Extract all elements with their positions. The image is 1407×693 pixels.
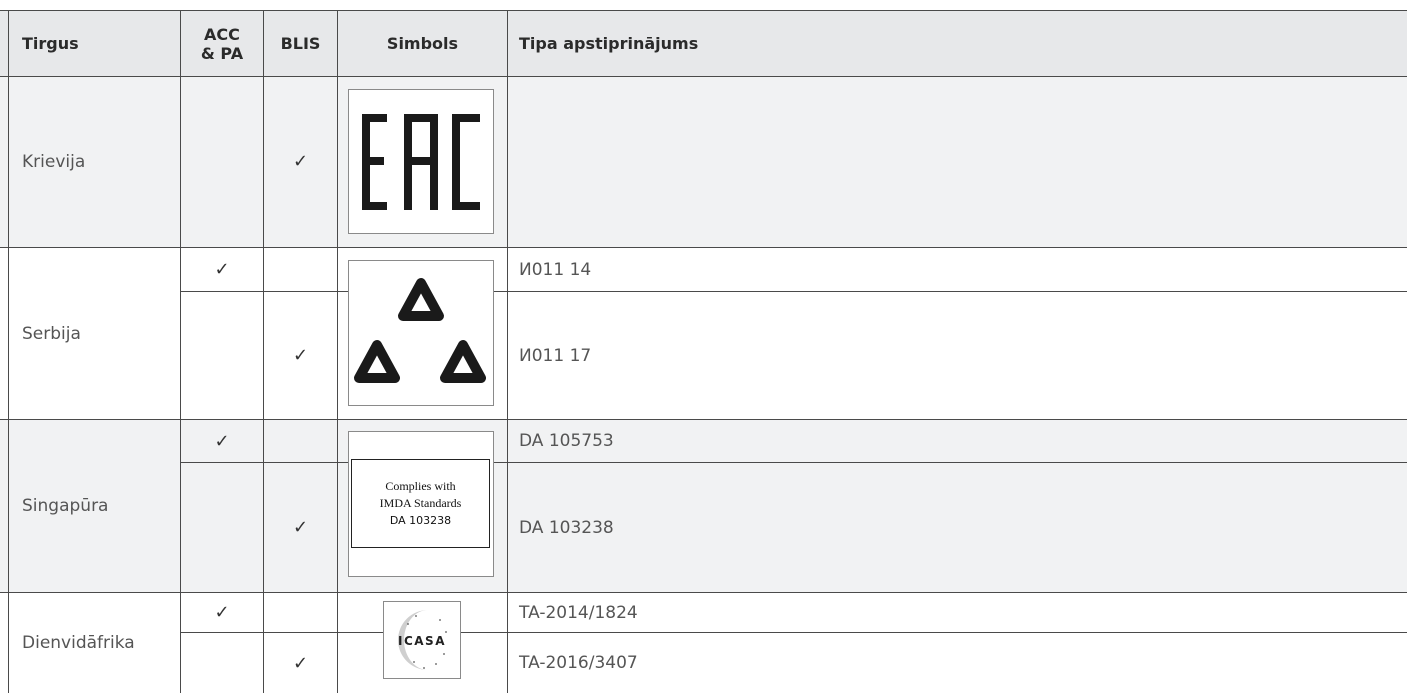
- imda-logo: Complies with IMDA Standards DA 103238: [348, 431, 494, 577]
- market-south-africa: Dienvidāfrika: [22, 633, 135, 653]
- singapore-acc-check: ✓: [214, 430, 230, 452]
- header-market: Tirgus: [22, 34, 79, 53]
- line-col-3: [337, 10, 338, 693]
- serbia-triangle-logo: [348, 260, 494, 406]
- header-symbol: Simbols: [386, 34, 459, 53]
- southafrica-blis-check: ✓: [292, 652, 309, 674]
- singapore-approval-acc: DA 105753: [519, 431, 614, 451]
- header-blis: BLIS: [280, 34, 321, 53]
- imda-line-2: IMDA Standards: [379, 496, 462, 510]
- serbia-blis-check: ✓: [292, 345, 309, 366]
- imda-label-box: Complies with IMDA Standards DA 103238: [351, 459, 490, 548]
- southafrica-approval-acc: TA-2014/1824: [519, 602, 638, 623]
- serbia-approval-blis: И011 17: [519, 345, 592, 366]
- header-type-approval: Tipa apstiprinājums: [519, 34, 699, 53]
- singapore-approval-blis: DA 103238: [519, 517, 614, 538]
- eac-mark: [362, 114, 480, 210]
- singapore-blis-check: ✓: [292, 517, 309, 538]
- imda-line-1: Complies with: [385, 479, 456, 493]
- russia-row-background: [0, 76, 1407, 247]
- eac-logo: [348, 89, 494, 234]
- line-col-left: [8, 10, 9, 693]
- serbia-acc-check: ✓: [214, 259, 230, 280]
- svg-text:ICASA: ICASA: [398, 634, 446, 648]
- market-russia: Krievija: [22, 151, 86, 172]
- imda-line-3: DA 103238: [389, 514, 452, 527]
- icasa-mark: ICASA: [398, 610, 447, 670]
- market-singapore: Singapūra: [22, 496, 109, 516]
- icasa-logo: ICASA: [383, 601, 461, 679]
- line-header-bottom: [0, 76, 1407, 77]
- line-col-1: [180, 10, 181, 693]
- serbia-approval-acc: И011 14: [519, 259, 592, 280]
- russia-blis-check: ✓: [292, 151, 309, 172]
- triangle-mark-icon: [354, 278, 486, 383]
- line-col-4: [507, 10, 508, 693]
- southafrica-approval-blis: TA-2016/3407: [519, 653, 638, 673]
- type-approval-table: Tirgus ACC & PA BLIS Simbols Tipa apstip…: [0, 0, 1407, 693]
- southafrica-acc-check: ✓: [214, 602, 230, 623]
- header-acc-pa: ACC & PA: [200, 24, 244, 63]
- market-serbia: Serbija: [22, 323, 81, 344]
